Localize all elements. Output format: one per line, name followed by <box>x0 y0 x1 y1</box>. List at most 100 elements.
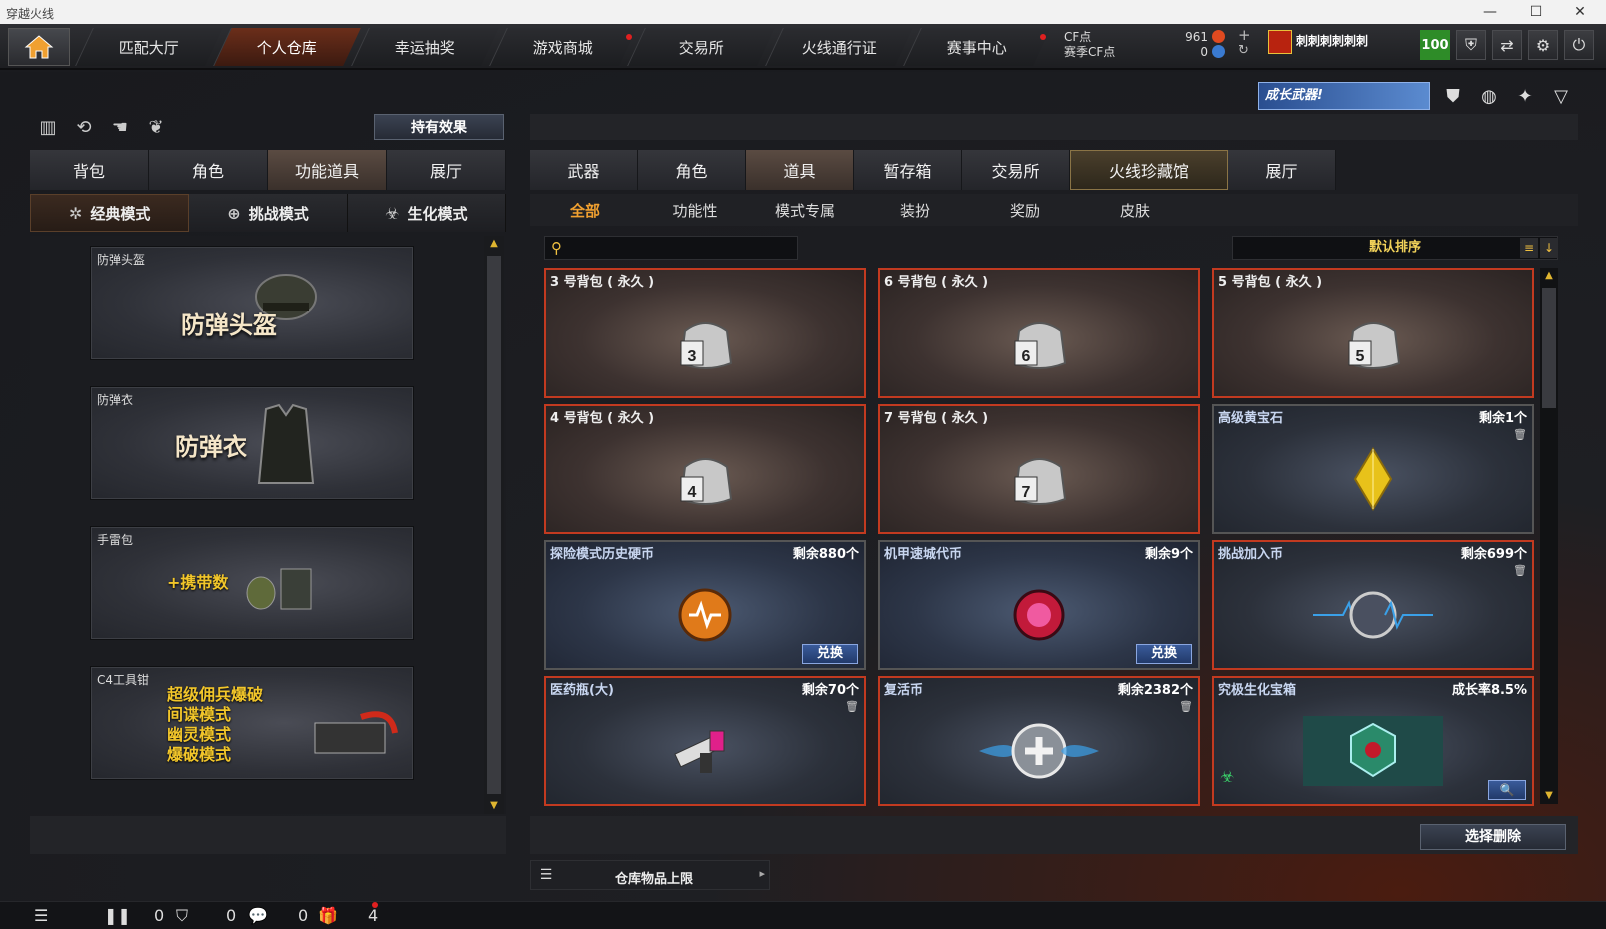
item-card[interactable]: 高级黄宝石 剩余1个 🗑 <box>1212 404 1534 534</box>
scroll-down-icon[interactable]: ▼ <box>1543 790 1555 802</box>
hold-effect-button[interactable]: 持有效果 <box>374 114 504 140</box>
nav-tab-lucky-draw[interactable]: 幸运抽奖 <box>351 28 499 66</box>
status-count-b: 0 <box>226 906 237 925</box>
menu-icon[interactable]: ☰ <box>34 906 48 925</box>
scroll-thumb[interactable] <box>1542 288 1556 408</box>
nav-tab-game-mall[interactable]: 游戏商城 <box>489 28 637 66</box>
refresh-icon[interactable]: ↻ <box>1238 43 1249 58</box>
home-button[interactable] <box>8 28 70 66</box>
nav-tab-exchange[interactable]: 交易所 <box>627 28 775 66</box>
tab-temp-box[interactable]: 暂存箱 <box>854 150 962 190</box>
scroll-up-icon[interactable]: ▲ <box>1543 270 1555 282</box>
nav-tab-personal-warehouse[interactable]: 个人仓库 <box>213 28 361 66</box>
tab-showroom[interactable]: 展厅 <box>387 150 506 190</box>
right-scrollbar[interactable]: ▲ ▼ <box>1540 268 1558 804</box>
friends-icon[interactable]: ❚❚ <box>104 906 131 925</box>
vest-icon <box>257 403 315 484</box>
v-emblem-icon[interactable]: ▽ <box>1548 84 1574 110</box>
nav-tab-event-center[interactable]: 赛事中心 <box>903 28 1051 66</box>
history-icon[interactable]: ⟲ <box>72 116 96 140</box>
minimize-button[interactable]: — <box>1470 2 1510 22</box>
item-card[interactable]: 究极生化宝箱 成长率8.5% ☣ 🔍 <box>1212 676 1534 806</box>
hand-icon[interactable]: ☚ <box>108 116 132 140</box>
tab-character[interactable]: 角色 <box>149 150 268 190</box>
item-card[interactable]: 6 号背包 ( 永久 ) 6 <box>878 268 1200 398</box>
challenge-mode-icon: ⊕ <box>227 203 241 223</box>
sort-desc-icon[interactable]: ↓ <box>1540 238 1558 258</box>
item-card[interactable]: 复活币 剩余2382个 🗑 <box>878 676 1200 806</box>
item-card[interactable]: 3 号背包 ( 永久 ) 3 <box>544 268 866 398</box>
level-badge: 100 <box>1420 30 1450 60</box>
cf-label: CF点 <box>1064 30 1092 44</box>
tab-functional-items[interactable]: 功能道具 <box>268 150 387 190</box>
player-name: 刺刺刺刺刺刺 <box>1296 34 1369 48</box>
wing-icon[interactable]: ✦ <box>1512 84 1538 110</box>
shield-icon[interactable]: ⛨ <box>1456 30 1486 60</box>
tab-collection[interactable]: 火线珍藏馆 <box>1070 150 1228 190</box>
tab-trade[interactable]: 交易所 <box>962 150 1070 190</box>
gear-icon[interactable]: ⚙ <box>1528 30 1558 60</box>
mode-challenge[interactable]: ⊕ 挑战模式 <box>189 194 348 232</box>
item-card[interactable]: 4 号背包 ( 永久 ) 4 <box>544 404 866 534</box>
power-icon[interactable]: ⏻ <box>1564 30 1594 60</box>
subtab-all[interactable]: 全部 <box>530 200 640 221</box>
item-grenade-pack[interactable]: 手雷包 +携带数 <box>90 526 414 640</box>
tab-items[interactable]: 道具 <box>746 150 854 190</box>
exchange-button[interactable]: 兑换 <box>802 644 858 664</box>
item-helmet[interactable]: 防弹头盔 防弹头盔 <box>90 246 414 360</box>
switch-icon[interactable]: ⇄ <box>1492 30 1522 60</box>
badge-icon[interactable]: ⛊ <box>1440 84 1466 110</box>
left-scrollbar[interactable]: ▲ ▼ <box>484 236 504 814</box>
subtab-dress-up[interactable]: 装扮 <box>860 200 970 221</box>
tab-exhibit[interactable]: 展厅 <box>1228 150 1336 190</box>
item-card[interactable]: 7 号背包 ( 永久 ) 7 <box>878 404 1200 534</box>
yellow-gem-icon <box>1353 447 1393 512</box>
scroll-thumb[interactable] <box>487 256 501 794</box>
stats-icon[interactable]: ▥ <box>36 116 60 140</box>
trash-icon[interactable]: 🗑 <box>1513 428 1527 442</box>
search-input[interactable] <box>571 239 791 257</box>
mode-zombie[interactable]: ☣ 生化模式 <box>347 194 506 232</box>
subtab-skins[interactable]: 皮肤 <box>1080 200 1190 221</box>
item-card[interactable]: 探险模式历史硬币 剩余880个 兑换 <box>544 540 866 670</box>
trash-icon[interactable]: 🗑 <box>1179 700 1193 714</box>
scroll-up-icon[interactable]: ▲ <box>488 238 500 250</box>
trash-icon[interactable]: 🗑 <box>1513 564 1527 578</box>
chat-icon[interactable]: 💬 <box>248 906 268 925</box>
growth-weapon-banner[interactable]: 成长武器! <box>1258 82 1430 110</box>
exchange-button[interactable]: 兑换 <box>1136 644 1192 664</box>
close-button[interactable]: ✕ <box>1560 2 1600 22</box>
shield-status-icon[interactable]: ⛉ <box>176 906 188 926</box>
gift-icon[interactable]: 🎁 <box>318 906 338 925</box>
mode-classic[interactable]: ✲ 经典模式 <box>30 194 190 232</box>
search-box: ⚲ <box>544 236 798 260</box>
subtab-mode-exclusive[interactable]: 模式专属 <box>750 200 860 221</box>
item-card[interactable]: 机甲速城代币 剩余9个 兑换 <box>878 540 1200 670</box>
item-card[interactable]: 5 号背包 ( 永久 ) 5 <box>1212 268 1534 398</box>
tab-backpack[interactable]: 背包 <box>30 150 149 190</box>
history-coin-icon <box>678 588 732 642</box>
trash-icon[interactable]: 🗑 <box>845 700 859 714</box>
item-card[interactable]: 医药瓶(大) 剩余70个 🗑 <box>544 676 866 806</box>
add-icon[interactable]: + <box>1238 26 1251 44</box>
currency-labels: CF点 赛季CF点 <box>1064 30 1115 60</box>
globe-icon[interactable]: ◍ <box>1476 84 1502 110</box>
zoom-button[interactable]: 🔍 <box>1488 780 1526 800</box>
item-c4-tool[interactable]: C4工具钳 超级佣兵爆破 间谍模式 幽灵模式 爆破模式 <box>90 666 414 780</box>
right-top-strip <box>530 114 1578 140</box>
nav-tab-match-hall[interactable]: 匹配大厅 <box>75 28 223 66</box>
storage-limit-bar[interactable]: ☰ 仓库物品上限 ▸ <box>530 860 770 890</box>
list-view-icon[interactable]: ≡ <box>1520 238 1538 258</box>
select-delete-button[interactable]: 选择删除 <box>1420 824 1566 850</box>
nav-tab-battle-pass[interactable]: 火线通行证 <box>765 28 913 66</box>
sort-dropdown[interactable]: 默认排序 <box>1232 236 1558 260</box>
subtab-rewards[interactable]: 奖励 <box>970 200 1080 221</box>
item-body-armor[interactable]: 防弹衣 防弹衣 <box>90 386 414 500</box>
tab-weapons[interactable]: 武器 <box>530 150 638 190</box>
tab-characters[interactable]: 角色 <box>638 150 746 190</box>
subtab-functional[interactable]: 功能性 <box>640 200 750 221</box>
grenade-icon[interactable]: ❦ <box>144 116 168 140</box>
item-card[interactable]: 挑战加入币 剩余699个 🗑 <box>1212 540 1534 670</box>
maximize-button[interactable]: ☐ <box>1516 2 1556 22</box>
scroll-down-icon[interactable]: ▼ <box>488 800 500 812</box>
